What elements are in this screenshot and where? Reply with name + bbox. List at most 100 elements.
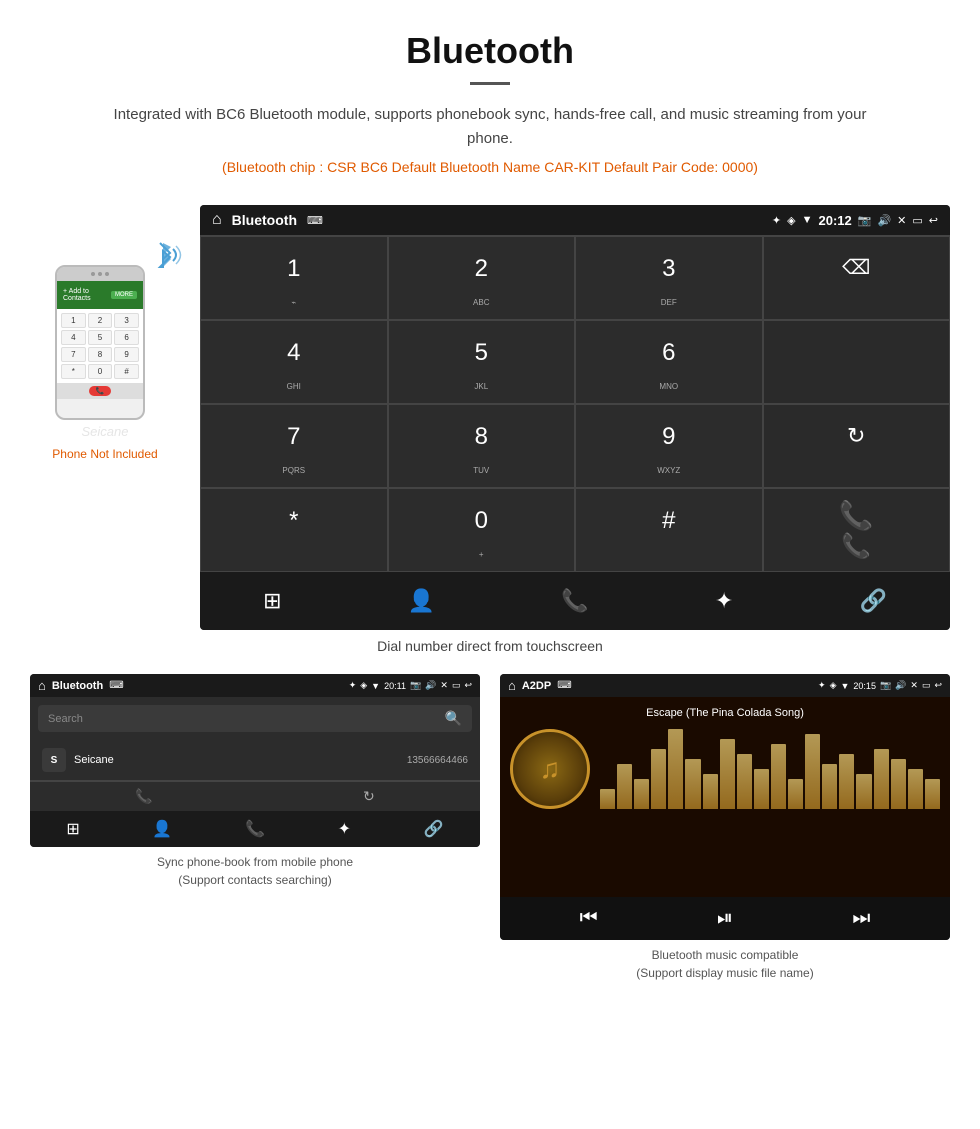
camera-icon: 📷 [858,214,872,227]
phone-body: + Add to Contacts MORE 123 456 789 *0# 📞 [55,265,145,420]
pb-back-icon[interactable]: ↩ [464,680,472,691]
home-icon[interactable]: ⌂ [212,211,222,229]
pb-loc-icon: ◈ [360,680,367,691]
page-header: Bluetooth Integrated with BC6 Bluetooth … [0,0,980,205]
dial-key-2[interactable]: 2 ABC [388,236,576,320]
mu-sig-icon: ▼ [841,681,850,691]
dial-key-9[interactable]: 9 WXYZ [575,404,763,488]
pb-tb-phone-icon[interactable]: 📞 [245,819,265,839]
mu-back-icon[interactable]: ↩ [934,680,942,691]
music-caption: Bluetooth music compatible (Support disp… [500,946,950,982]
pb-tb-bt-icon[interactable]: ✦ [338,819,351,839]
dial-key-star[interactable]: * [200,488,388,572]
car-bluetooth-screen: ⌂ Bluetooth ⌨ ✦ ◈ ▼ 20:12 📷 🔊 ✕ ▭ ↩ 1 ⌁ [200,205,950,630]
time-display: 20:12 [819,213,852,228]
dial-key-5[interactable]: 5 JKL [388,320,576,404]
bt-icon: ✦ [772,214,781,227]
pb-tb-user-icon[interactable]: 👤 [152,819,172,839]
phonebook-title: Bluetooth [52,680,103,692]
pb-tb-link-icon[interactable]: 🔗 [424,819,444,839]
dial-key-8[interactable]: 8 TUV [388,404,576,488]
phonebook-screen: ⌂ Bluetooth ⌨ ✦ ◈ ▼ 20:11 📷 🔊 ✕ ▭ ↩ [30,674,480,847]
pb-side-phone-icon[interactable]: 📞 [135,788,152,805]
music-screen-body: Escape (The Pina Colada Song) ♫ [500,697,950,897]
music-statusbar-left: ⌂ A2DP ⌨ [508,678,572,693]
phonebook-item: ⌂ Bluetooth ⌨ ✦ ◈ ▼ 20:11 📷 🔊 ✕ ▭ ↩ [30,674,480,982]
watermark: Seicane [82,424,129,439]
phonebook-icons: 📞 ↻ [30,781,480,811]
pb-vol-icon: 🔊 [425,680,436,691]
dial-key-7[interactable]: 7 PQRS [200,404,388,488]
dial-key-6[interactable]: 6 MNO [575,320,763,404]
phone-dialpad: 123 456 789 *0# [57,309,143,383]
entry-letter: S [51,755,58,766]
close-icon[interactable]: ✕ [897,214,906,227]
dial-key-1[interactable]: 1 ⌁ [200,236,388,320]
volume-icon: 🔊 [877,214,891,227]
mu-win-icon[interactable]: ▭ [922,680,931,691]
bottom-section: ⌂ Bluetooth ⌨ ✦ ◈ ▼ 20:11 📷 🔊 ✕ ▭ ↩ [0,674,980,1012]
main-caption: Dial number direct from touchscreen [0,638,980,654]
description: Integrated with BC6 Bluetooth module, su… [100,103,880,151]
prev-button[interactable]: ⏮ [580,907,598,930]
window-icon[interactable]: ▭ [912,214,922,227]
phone-sidebar: + Add to Contacts MORE 123 456 789 *0# 📞… [30,205,180,461]
dial-key-backspace[interactable]: ⌫ [763,236,951,320]
pb-time: 20:11 [384,681,406,691]
dial-key-hash[interactable]: # [575,488,763,572]
toolbar-contacts-icon[interactable]: 👤 [388,584,455,618]
usb-icon: ⌨ [307,214,323,227]
phonebook-statusbar-right: ✦ ◈ ▼ 20:11 📷 🔊 ✕ ▭ ↩ [349,680,472,691]
dial-key-empty-1 [763,320,951,404]
search-placeholder: Search [48,713,83,725]
music-song-title: Escape (The Pina Colada Song) [646,707,804,719]
location-icon: ◈ [787,214,795,227]
statusbar-title: Bluetooth [232,212,297,228]
phone-bottom-bar: 📞 [57,383,143,399]
screen-statusbar: ⌂ Bluetooth ⌨ ✦ ◈ ▼ 20:12 📷 🔊 ✕ ▭ ↩ [200,205,950,235]
toolbar-phone-icon[interactable]: 📞 [541,584,608,618]
phonebook-search-bar[interactable]: Search 🔍 [38,705,472,732]
music-home-icon[interactable]: ⌂ [508,678,516,693]
mu-cam-icon: 📷 [880,680,891,691]
entry-avatar: S [42,748,66,772]
dial-key-calls[interactable]: 📞 📞 [763,488,951,572]
toolbar-link-icon[interactable]: 🔗 [839,584,906,618]
dialpad-grid: 1 ⌁ 2 ABC 3 DEF ⌫ 4 GHI 5 JKL [200,235,950,572]
music-note-icon: ♫ [540,753,561,785]
pb-close-icon[interactable]: ✕ [440,680,448,691]
toolbar-dialpad-icon[interactable]: ⊞ [243,584,301,618]
dial-key-4[interactable]: 4 GHI [200,320,388,404]
statusbar-left: ⌂ Bluetooth ⌨ [212,211,323,229]
bottom-toolbar: ⊞ 👤 📞 ✦ 🔗 [200,572,950,630]
dial-key-refresh[interactable]: ↻ [763,404,951,488]
bluetooth-waves-icon [145,235,185,282]
toolbar-bluetooth-icon[interactable]: ✦ [695,584,753,618]
mu-time: 20:15 [853,681,876,691]
search-icon[interactable]: 🔍 [445,710,462,727]
signal-icon: ▼ [802,214,813,226]
play-pause-button[interactable]: ⏯ [717,907,733,930]
back-icon[interactable]: ↩ [929,214,938,227]
pb-win-icon[interactable]: ▭ [452,680,461,691]
next-button[interactable]: ⏭ [852,907,870,930]
pb-tb-grid-icon[interactable]: ⊞ [66,819,79,839]
specs-text: (Bluetooth chip : CSR BC6 Default Blueto… [20,159,960,175]
phonebook-statusbar: ⌂ Bluetooth ⌨ ✦ ◈ ▼ 20:11 📷 🔊 ✕ ▭ ↩ [30,674,480,697]
statusbar-right: ✦ ◈ ▼ 20:12 📷 🔊 ✕ ▭ ↩ [772,213,938,228]
music-statusbar: ⌂ A2DP ⌨ ✦ ◈ ▼ 20:15 📷 🔊 ✕ ▭ ↩ [500,674,950,697]
music-controls: ⏮ ⏯ ⏭ [500,897,950,940]
entry-number: 13566664466 [407,755,468,766]
dial-key-3[interactable]: 3 DEF [575,236,763,320]
pb-side-refresh-icon[interactable]: ↻ [363,788,375,805]
phonebook-home-icon[interactable]: ⌂ [38,678,46,693]
album-art: ♫ [510,729,590,809]
phonebook-entry: S Seicane 13566664466 [30,740,480,781]
dial-key-0[interactable]: 0 + [388,488,576,572]
mu-close-icon[interactable]: ✕ [910,680,918,691]
mu-bt-icon: ✦ [818,680,826,691]
phone-illustration: + Add to Contacts MORE 123 456 789 *0# 📞 [55,265,155,420]
phonebook-statusbar-left: ⌂ Bluetooth ⌨ [38,678,124,693]
phone-not-included-label: Phone Not Included [52,447,157,461]
music-statusbar-right: ✦ ◈ ▼ 20:15 📷 🔊 ✕ ▭ ↩ [818,680,942,691]
